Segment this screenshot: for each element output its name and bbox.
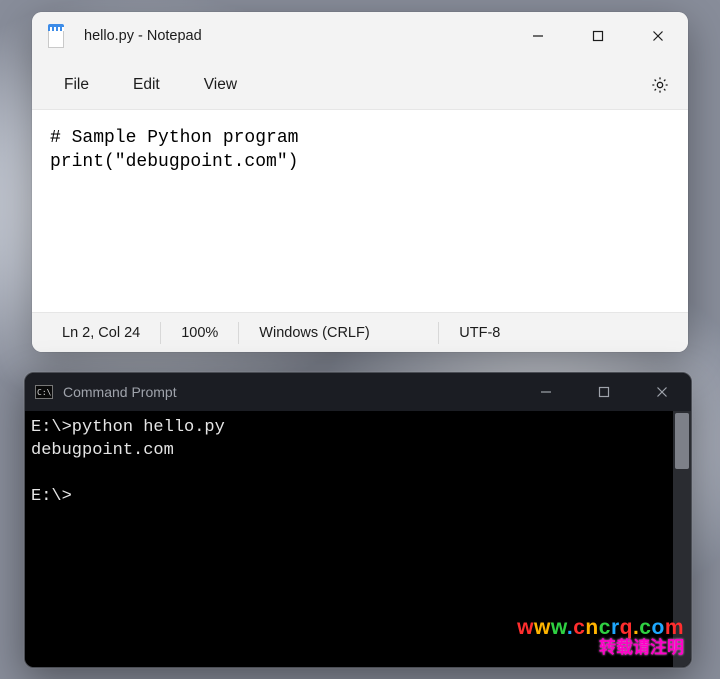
maximize-button[interactable] (575, 373, 633, 411)
minimize-icon (540, 386, 552, 398)
status-encoding: UTF-8 (439, 322, 688, 344)
close-button[interactable] (628, 12, 688, 60)
minimize-icon (532, 30, 544, 42)
command-prompt-titlebar[interactable]: C:\ Command Prompt (25, 373, 691, 411)
notepad-editor[interactable]: # Sample Python program print("debugpoin… (32, 110, 688, 312)
minimize-button[interactable] (508, 12, 568, 60)
close-icon (656, 386, 668, 398)
notepad-statusbar: Ln 2, Col 24 100% Windows (CRLF) UTF-8 (32, 312, 688, 352)
command-prompt-app-icon: C:\ (35, 385, 53, 399)
notepad-app-icon (46, 24, 66, 48)
close-icon (652, 30, 664, 42)
close-button[interactable] (633, 373, 691, 411)
notepad-window: hello.py - Notepad File Edit View # Samp… (32, 12, 688, 352)
command-prompt-title: Command Prompt (63, 384, 177, 400)
command-prompt-window: C:\ Command Prompt E:\>python hello.py d… (24, 372, 692, 668)
maximize-button[interactable] (568, 12, 628, 60)
scrollbar-thumb[interactable] (675, 413, 689, 469)
notepad-title: hello.py - Notepad (84, 28, 202, 44)
notepad-menubar: File Edit View (32, 60, 688, 110)
window-controls (517, 373, 691, 411)
status-zoom[interactable]: 100% (161, 322, 239, 344)
menu-edit[interactable]: Edit (111, 70, 182, 100)
status-position: Ln 2, Col 24 (32, 322, 161, 344)
gear-icon (650, 75, 670, 95)
window-controls (508, 12, 688, 60)
command-prompt-output[interactable]: E:\>python hello.py debugpoint.com E:\> (25, 411, 691, 667)
status-line-ending: Windows (CRLF) (239, 322, 439, 344)
maximize-icon (598, 386, 610, 398)
menu-file[interactable]: File (42, 70, 111, 100)
settings-button[interactable] (640, 65, 680, 105)
command-prompt-scrollbar[interactable] (673, 411, 691, 668)
menu-view[interactable]: View (182, 70, 259, 100)
minimize-button[interactable] (517, 373, 575, 411)
maximize-icon (592, 30, 604, 42)
notepad-titlebar[interactable]: hello.py - Notepad (32, 12, 688, 60)
